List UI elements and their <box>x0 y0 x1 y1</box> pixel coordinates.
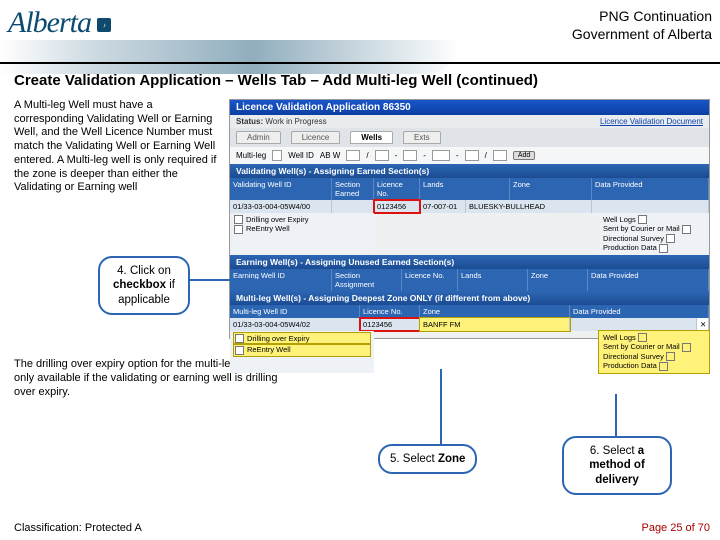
multileg-licence-highlight: 0123456 <box>360 318 420 331</box>
multileg-row: 01/33-03-004-05W4/02 0123456 BANFF FM ✕ <box>230 318 709 331</box>
tab-licence[interactable]: Licence <box>291 131 341 144</box>
multileg-header: Multi-leg Well(s) - Assigning Deepest Zo… <box>230 291 709 305</box>
close-icon[interactable]: ✕ <box>697 318 709 331</box>
earning-header: Earning Well(s) - Assigning Unused Earne… <box>230 255 709 269</box>
wellid-input[interactable] <box>346 150 360 161</box>
drill-expiry-checkbox[interactable] <box>234 215 243 224</box>
validating-columns: Validating Well ID Section Earned Licenc… <box>230 178 709 200</box>
tab-admin[interactable]: Admin <box>236 131 281 144</box>
multileg-select[interactable] <box>272 150 282 161</box>
callout-6-line <box>615 394 617 438</box>
tab-wells[interactable]: Wells <box>350 131 393 144</box>
callout-4: 4. Click on checkbox if applicable <box>98 256 190 315</box>
classification-label: Classification: Protected A <box>14 522 142 534</box>
validating-row: 01/33-03-004-05W4/00 0123456 07-007-01 B… <box>230 200 709 213</box>
earning-columns: Earning Well ID Section Assignment Licen… <box>230 269 709 291</box>
filter-row: Multi-leg Well ID AB W / - - - / Add <box>230 147 709 164</box>
slide-header: Alberta› PNG Continuation Government of … <box>0 0 720 64</box>
tab-exts[interactable]: Exts <box>403 131 441 144</box>
callout-5: 5. Select Zone <box>378 444 477 474</box>
tabs-row: Admin Licence Wells Exts <box>230 128 709 147</box>
alberta-logo: Alberta› <box>8 6 111 40</box>
application-screenshot: Licence Validation Application 86350 Sta… <box>229 99 710 339</box>
callout-6: 6. Select a method of delivery <box>562 436 672 495</box>
callout-4-line <box>190 279 260 281</box>
page-number: Page 25 of 70 <box>641 522 710 534</box>
section-title: Create Validation Application – Wells Ta… <box>14 72 710 91</box>
validating-header: Validating Well(s) - Assigning Earned Se… <box>230 164 709 178</box>
callout-5-line <box>440 369 442 445</box>
delivery-method-highlight: Well Logs Sent by Courier or Mail Direct… <box>599 331 709 373</box>
ml-reentry-checkbox[interactable] <box>235 346 244 355</box>
validating-licence-highlight: 0123456 <box>374 200 420 213</box>
ml-drill-expiry-checkbox[interactable] <box>235 334 244 343</box>
status-row: Status: Work in Progress Licence Validat… <box>230 115 709 128</box>
header-title: PNG Continuation Government of Alberta <box>572 6 712 43</box>
multileg-columns: Multi-leg Well ID Licence No. Zone Data … <box>230 305 709 318</box>
reentry-checkbox[interactable] <box>234 225 243 234</box>
app-title-bar: Licence Validation Application 86350 <box>230 100 709 115</box>
doc-link[interactable]: Licence Validation Document <box>600 117 703 126</box>
slide-footer: Classification: Protected A Page 25 of 7… <box>14 522 710 534</box>
chevron-icon: › <box>97 18 111 32</box>
add-button[interactable]: Add <box>513 151 535 160</box>
multileg-zone-highlight: BANFF FM <box>420 318 570 331</box>
